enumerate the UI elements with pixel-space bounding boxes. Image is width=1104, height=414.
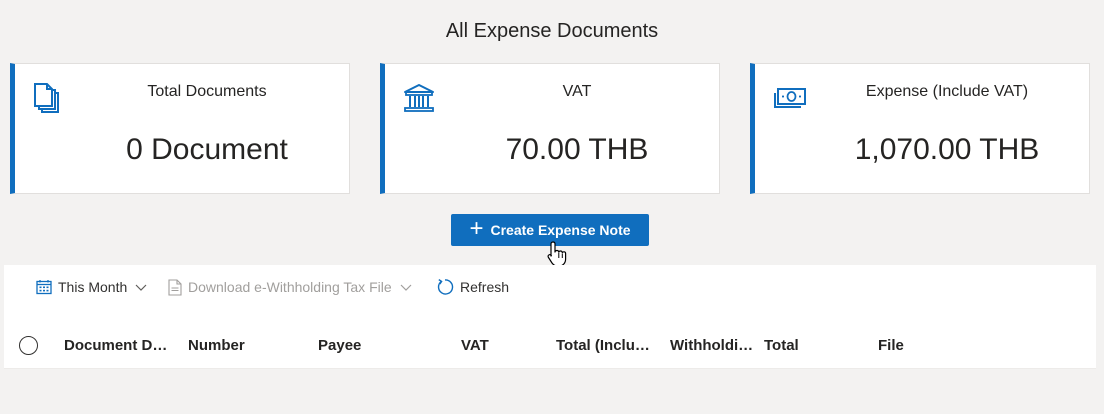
refresh-icon: [437, 279, 454, 295]
column-header-document-date[interactable]: Document Da…: [64, 337, 172, 354]
documents-icon: [33, 82, 67, 116]
expense-value: 1,070.00 THB: [854, 133, 1040, 166]
expense-card: Expense (Include VAT) 1,070.00 THB: [750, 63, 1090, 194]
vat-card: VAT 70.00 THB: [380, 63, 720, 194]
period-dropdown[interactable]: This Month: [36, 276, 148, 298]
column-header-number[interactable]: Number: [188, 337, 288, 354]
total-documents-value: 0 Document: [126, 133, 288, 166]
download-withholding-label: Download e-Withholding Tax File: [188, 279, 392, 295]
expense-documents-page: All Expense Documents Total Documents 0 …: [0, 0, 1104, 414]
refresh-button[interactable]: Refresh: [436, 276, 509, 298]
documents-table-panel: This Month Download e-Withholding Tax Fi…: [4, 265, 1096, 369]
money-icon: [773, 82, 807, 116]
hand-cursor-icon: [547, 241, 567, 267]
total-documents-card: Total Documents 0 Document: [10, 63, 350, 194]
refresh-label: Refresh: [460, 279, 510, 295]
calendar-icon: [36, 280, 52, 295]
chevron-down-icon: [135, 284, 147, 291]
chevron-down-icon: [400, 284, 412, 291]
plus-icon: +: [469, 215, 484, 242]
vat-label: VAT: [562, 83, 592, 100]
vat-value: 70.00 THB: [505, 133, 649, 166]
total-documents-label: Total Documents: [147, 83, 267, 100]
bank-icon: [403, 82, 437, 116]
column-header-withholding[interactable]: Withholdi…: [670, 337, 756, 354]
period-label: This Month: [58, 279, 128, 295]
create-expense-note-label: Create Expense Note: [490, 222, 631, 238]
expense-label: Expense (Include VAT): [865, 83, 1029, 100]
column-header-file[interactable]: File: [878, 337, 958, 354]
download-withholding-dropdown[interactable]: Download e-Withholding Tax File: [168, 276, 413, 298]
column-header-payee[interactable]: Payee: [318, 337, 418, 354]
column-header-total[interactable]: Total: [764, 337, 844, 354]
document-icon: [168, 278, 182, 296]
select-all-radio[interactable]: [19, 336, 38, 355]
page-title: All Expense Documents: [445, 20, 659, 42]
column-header-vat[interactable]: VAT: [461, 337, 541, 354]
column-header-total-include-vat[interactable]: Total (Inclu…: [556, 337, 662, 354]
